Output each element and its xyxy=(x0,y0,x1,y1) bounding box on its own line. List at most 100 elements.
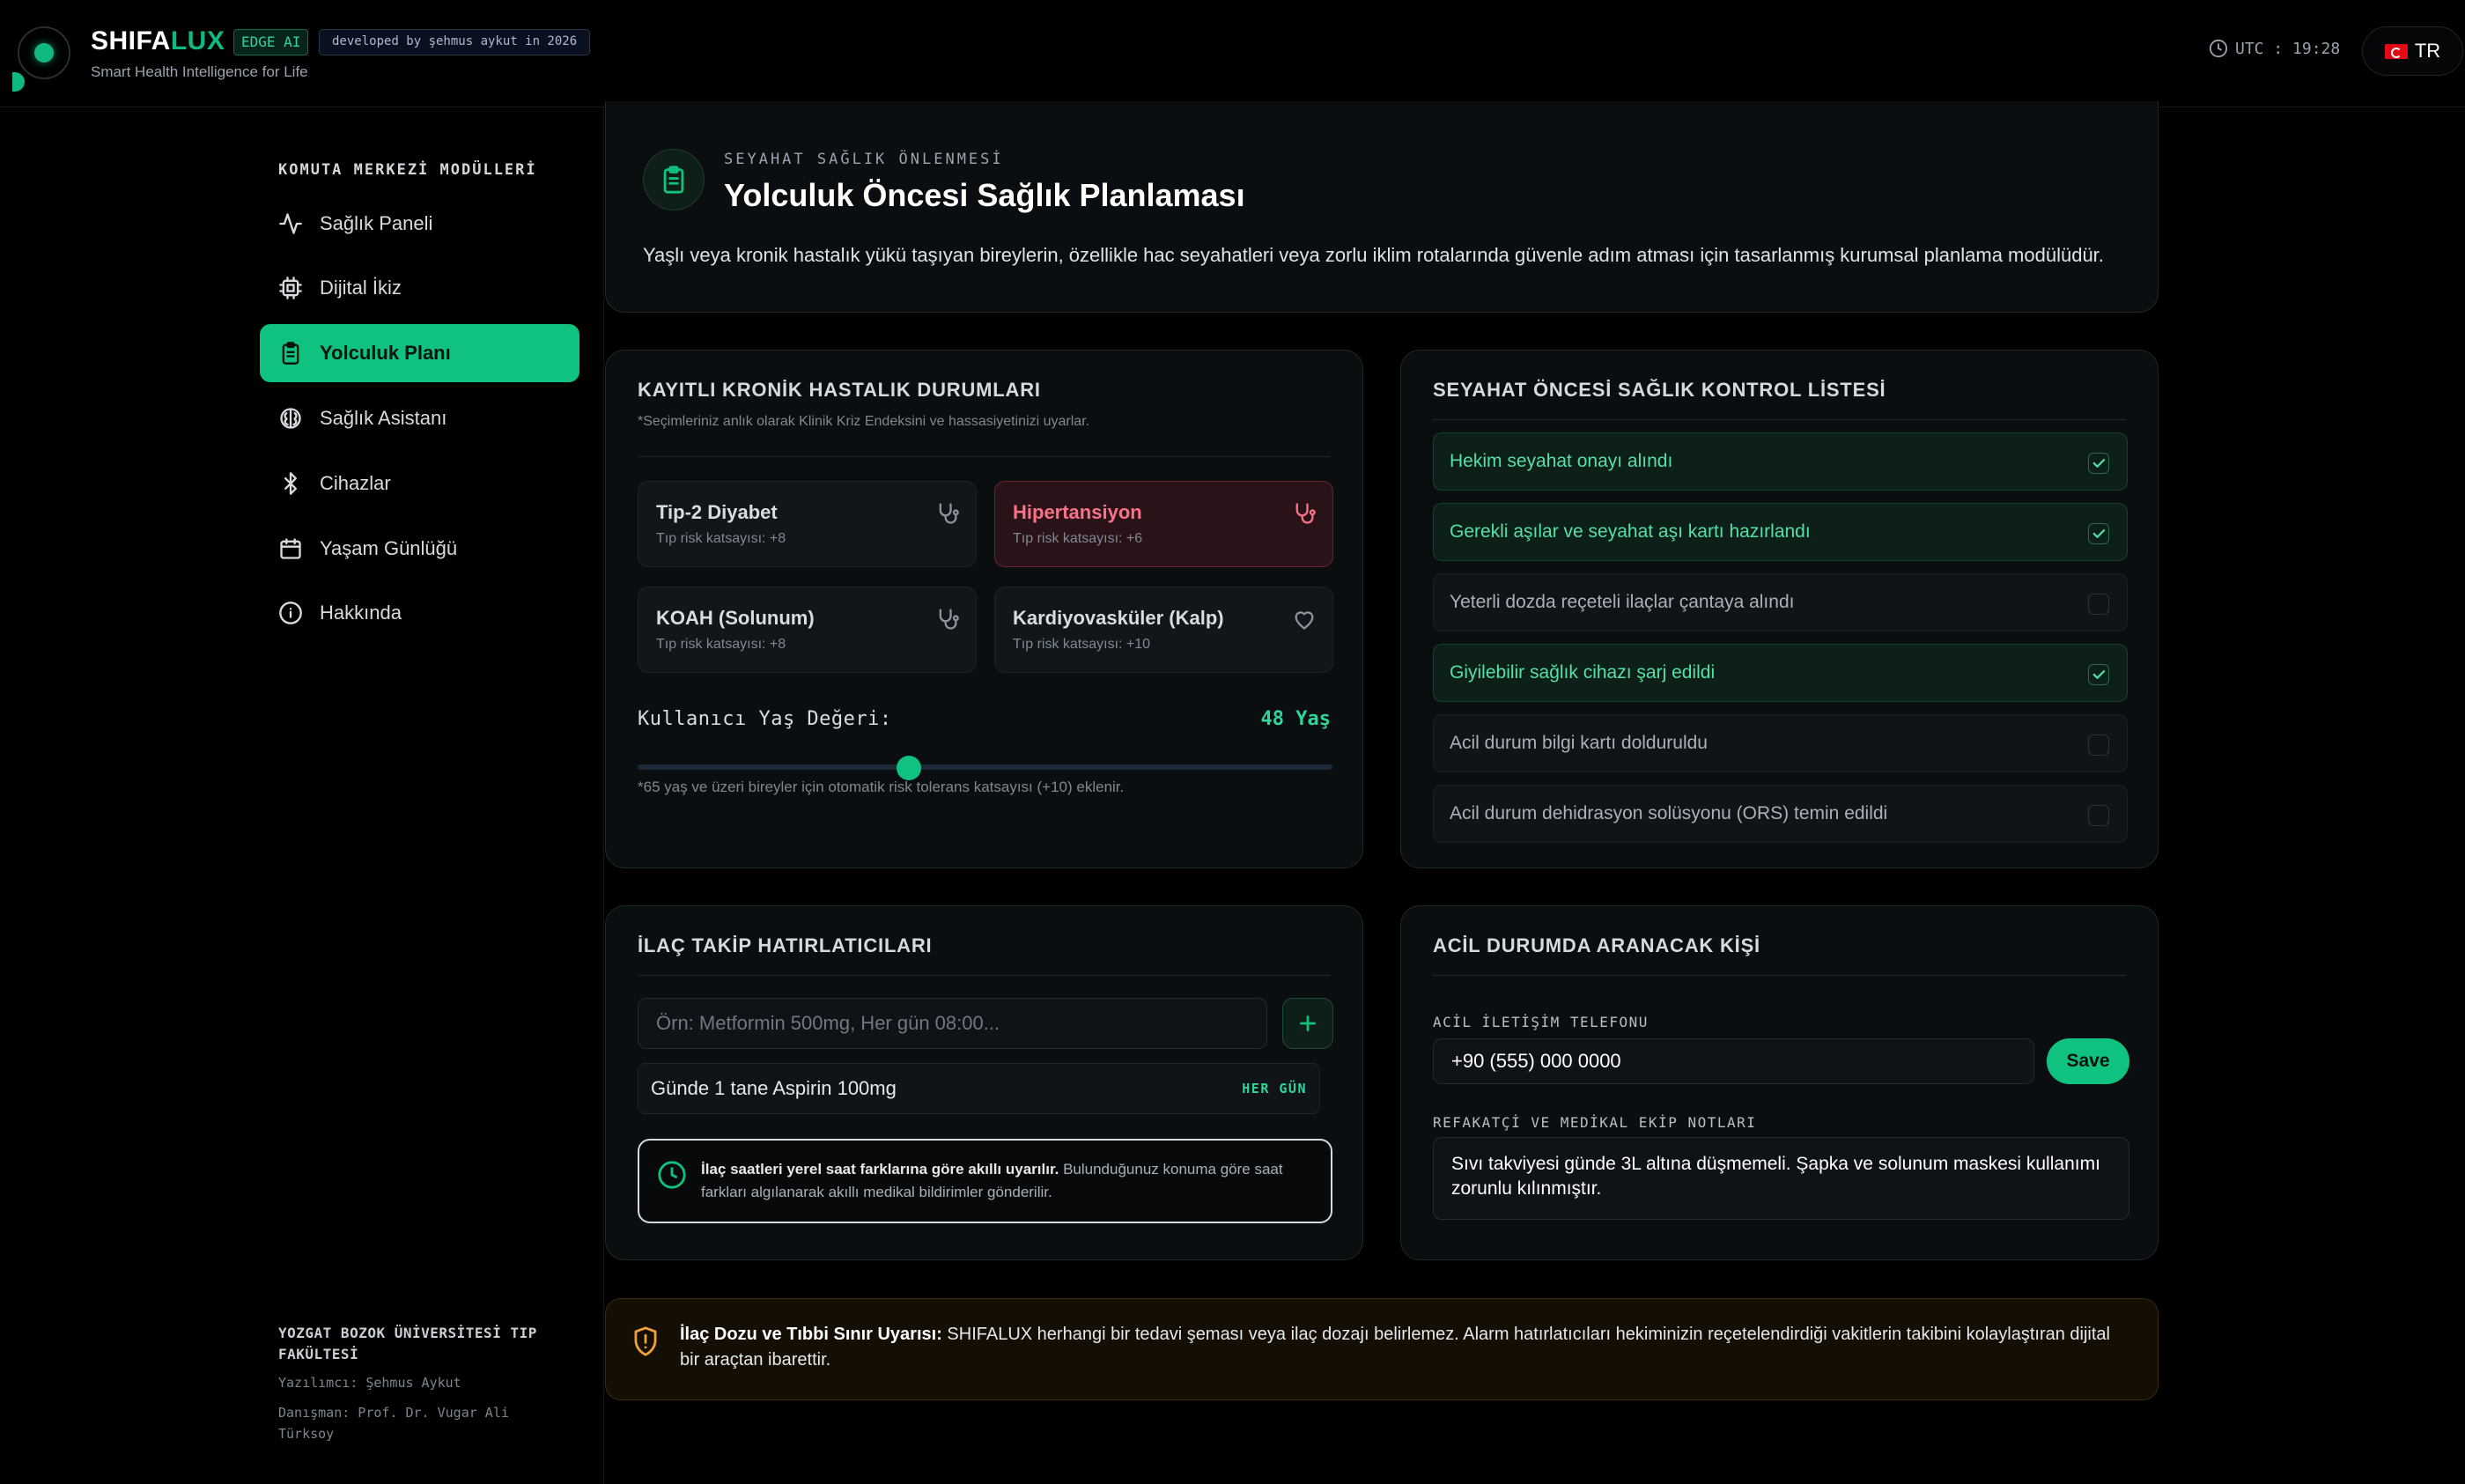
bluetooth-icon xyxy=(277,470,304,497)
logo-icon[interactable] xyxy=(12,26,70,92)
checkbox[interactable] xyxy=(2088,523,2109,544)
divider xyxy=(638,975,1331,976)
language-label: TR xyxy=(2414,40,2441,62)
timezone-info-box: İlaç saatleri yerel saat farklarına göre… xyxy=(638,1139,1332,1223)
developer-credit: Yazılımcı: Şehmus Aykut xyxy=(278,1375,461,1391)
checkbox[interactable] xyxy=(2088,594,2109,615)
calendar-icon xyxy=(277,535,304,562)
disease-risk: Tıp risk katsayısı: +8 xyxy=(656,637,786,652)
disease-hypertension[interactable]: Hipertansiyon Tıp risk katsayısı: +6 xyxy=(994,481,1333,567)
sidebar-item-devices[interactable]: Cihazlar xyxy=(260,454,579,513)
sidebar-footer: YOZGAT BOZOK ÜNİVERSİTESİ TIP FAKÜLTESİ … xyxy=(278,1323,560,1444)
checklist-item[interactable]: Acil durum dehidrasyon solüsyonu (ORS) t… xyxy=(1433,785,2128,843)
medication-frequency: HER GÜN xyxy=(1242,1081,1307,1096)
sidebar-item-label: Dijital İkiz xyxy=(320,277,402,299)
chronic-conditions-card: KAYITLI KRONİK HASTALIK DURUMLARI *Seçim… xyxy=(605,350,1363,868)
disease-name: Hipertansiyon xyxy=(1013,501,1142,523)
checkbox[interactable] xyxy=(2088,453,2109,474)
notes-label: REFAKATÇİ VE MEDİKAL EKİP NOTLARI xyxy=(1433,1114,1757,1131)
emergency-contact-card: ACİL DURUMDA ARANACAK KİŞİ ACİL İLETİŞİM… xyxy=(1400,905,2159,1260)
checklist-item[interactable]: Hekim seyahat onayı alındı xyxy=(1433,432,2128,491)
stethoscope-icon xyxy=(1292,501,1317,530)
disease-risk: Tıp risk katsayısı: +6 xyxy=(1013,531,1143,546)
medication-input[interactable] xyxy=(638,998,1267,1049)
divider xyxy=(638,456,1331,457)
disease-copd[interactable]: KOAH (Solunum) Tıp risk katsayısı: +8 xyxy=(638,587,977,673)
page-title: Yolculuk Öncesi Sağlık Planlaması xyxy=(724,177,1245,213)
shield-alert-icon xyxy=(631,1325,661,1362)
checklist-item-label: Gerekli aşılar ve seyahat aşı kartı hazı… xyxy=(1450,521,1811,542)
medication-entry[interactable]: Günde 1 tane Aspirin 100mg HER GÜN xyxy=(638,1063,1320,1114)
university-name: YOZGAT BOZOK ÜNİVERSİTESİ TIP FAKÜLTESİ xyxy=(278,1325,537,1362)
emergency-phone-input[interactable] xyxy=(1433,1038,2034,1084)
checklist-item[interactable]: Acil durum bilgi kartı dolduruldu xyxy=(1433,714,2128,772)
sidebar: KOMUTA MERKEZİ MODÜLLERİ Sağlık Paneli D… xyxy=(0,107,604,1484)
brand-part2: LUX xyxy=(170,26,225,55)
disease-name: Tip-2 Diyabet xyxy=(656,501,778,523)
age-slider-track[interactable] xyxy=(638,764,1332,770)
check-icon xyxy=(2092,459,2106,468)
stethoscope-icon xyxy=(935,501,960,530)
medication-reminders-card: İLAÇ TAKİP HATIRLATICILARI Günde 1 tane … xyxy=(605,905,1363,1260)
info-icon xyxy=(277,600,304,626)
sidebar-item-label: Yaşam Günlüğü xyxy=(320,537,458,559)
developer-badge: developed by şehmus aykut in 2026 xyxy=(319,29,591,55)
activity-icon xyxy=(277,210,304,237)
sidebar-item-label: Yolculuk Planı xyxy=(320,342,451,364)
sidebar-item-life-journal[interactable]: Yaşam Günlüğü xyxy=(260,520,579,578)
disease-name: Kardiyovasküler (Kalp) xyxy=(1013,607,1224,629)
checkbox[interactable] xyxy=(2088,664,2109,685)
clock-text: UTC : 19:28 xyxy=(2235,39,2341,58)
cpu-icon xyxy=(277,275,304,301)
checkbox[interactable] xyxy=(2088,735,2109,756)
checklist-item[interactable]: Gerekli aşılar ve seyahat aşı kartı hazı… xyxy=(1433,503,2128,561)
checkbox[interactable] xyxy=(2088,805,2109,826)
checklist-item-label: Giyilebilir sağlık cihazı şarj edildi xyxy=(1450,662,1716,683)
language-selector[interactable]: TR xyxy=(2362,26,2463,76)
disclaimer-text: İlaç Dozu ve Tıbbi Sınır Uyarısı: SHIFAL… xyxy=(680,1322,2133,1373)
card-title: ACİL DURUMDA ARANACAK KİŞİ xyxy=(1433,934,1760,956)
stethoscope-icon xyxy=(935,607,960,636)
disease-name: KOAH (Solunum) xyxy=(656,607,815,629)
disease-cardiovascular[interactable]: Kardiyovasküler (Kalp) Tıp risk katsayıs… xyxy=(994,587,1333,673)
age-value: 48 Yaş xyxy=(1260,708,1331,730)
sidebar-item-health-panel[interactable]: Sağlık Paneli xyxy=(260,195,579,253)
card-title: SEYAHAT ÖNCESİ SAĞLIK KONTROL LİSTESİ xyxy=(1433,379,1886,401)
brand-part1: SHIFA xyxy=(91,26,171,55)
checklist-item-label: Acil durum bilgi kartı dolduruldu xyxy=(1450,733,1708,753)
checklist-item-label: Acil durum dehidrasyon solüsyonu (ORS) t… xyxy=(1450,803,1888,823)
disclaimer-banner: İlaç Dozu ve Tıbbi Sınır Uyarısı: SHIFAL… xyxy=(605,1298,2159,1400)
checklist-item[interactable]: Giyilebilir sağlık cihazı şarj edildi xyxy=(1433,644,2128,702)
sidebar-item-digital-twin[interactable]: Dijital İkiz xyxy=(260,259,579,317)
sidebar-item-label: Sağlık Asistanı xyxy=(320,407,447,429)
card-title: İLAÇ TAKİP HATIRLATICILARI xyxy=(638,934,933,956)
disease-type2-diabetes[interactable]: Tip-2 Diyabet Tıp risk katsayısı: +8 xyxy=(638,481,977,567)
logo-accent xyxy=(12,72,25,92)
info-bold: İlaç saatleri yerel saat farklarına göre… xyxy=(701,1161,1059,1178)
age-label: Kullanıcı Yaş Değeri: xyxy=(638,708,892,730)
checklist-item[interactable]: Yeterli dozda reçeteli ilaçlar çantaya a… xyxy=(1433,573,2128,631)
card-title: KAYITLI KRONİK HASTALIK DURUMLARI xyxy=(638,379,1041,401)
heart-icon xyxy=(1292,607,1317,636)
age-slider-thumb[interactable] xyxy=(896,756,921,780)
sidebar-item-travel-plan[interactable]: Yolculuk Planı xyxy=(260,324,579,382)
clock-icon xyxy=(2209,39,2228,58)
check-icon xyxy=(2092,529,2106,538)
page-description: Yaşlı veya kronik hastalık yükü taşıyan … xyxy=(643,244,2104,266)
sidebar-item-label: Cihazlar xyxy=(320,472,391,494)
medication-name: Günde 1 tane Aspirin 100mg xyxy=(651,1077,897,1099)
phone-label: ACİL İLETİŞİM TELEFONU xyxy=(1433,1014,1649,1030)
edge-ai-badge: EDGE AI xyxy=(233,29,309,55)
sidebar-item-health-assistant[interactable]: Sağlık Asistanı xyxy=(260,389,579,447)
add-medication-button[interactable] xyxy=(1282,998,1333,1049)
checklist-item-label: Yeterli dozda reçeteli ilaçlar çantaya a… xyxy=(1450,592,1795,612)
sidebar-item-about[interactable]: Hakkında xyxy=(260,584,579,642)
save-button[interactable]: Save xyxy=(2047,1038,2129,1084)
divider xyxy=(1433,975,2126,976)
medical-notes-textarea[interactable]: Sıvı takviyesi günde 3L altına düşmemeli… xyxy=(1433,1137,2129,1220)
page-eyebrow: SEYAHAT SAĞLIK ÖNLENMESİ xyxy=(724,151,1004,168)
travel-checklist-card: SEYAHAT ÖNCESİ SAĞLIK KONTROL LİSTESİ He… xyxy=(1400,350,2159,868)
sidebar-title: KOMUTA MERKEZİ MODÜLLERİ xyxy=(278,161,537,179)
sidebar-item-label: Hakkında xyxy=(320,602,402,624)
advisor-credit: Danışman: Prof. Dr. Vugar Ali Türksoy xyxy=(278,1405,509,1442)
